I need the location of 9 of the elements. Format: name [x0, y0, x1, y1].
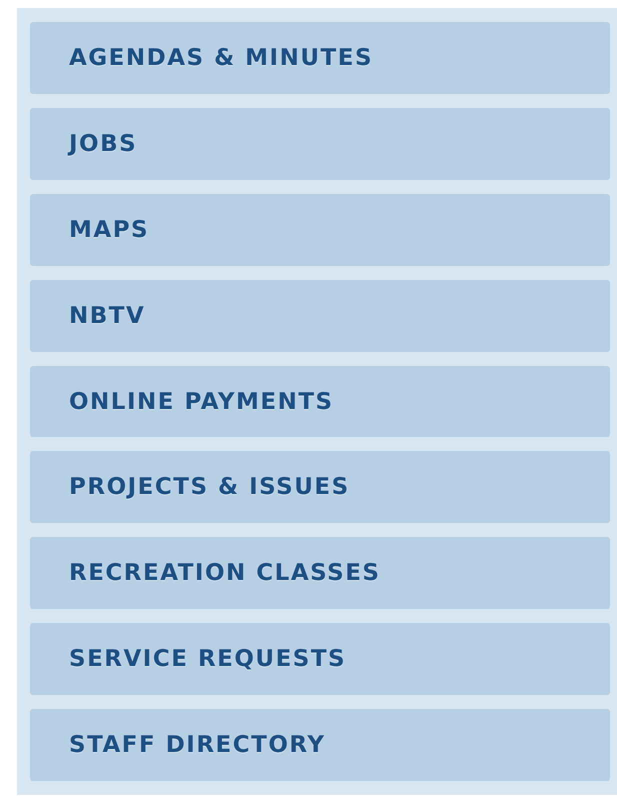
menu-item[interactable]: RECREATION CLASSES [30, 537, 610, 610]
menu-item[interactable]: MAPS [30, 194, 610, 266]
menu-item[interactable]: AGENDAS & MINUTES [30, 22, 610, 94]
menu-item[interactable]: ONLINE PAYMENTS [30, 366, 610, 438]
menu-item[interactable]: NBTV [30, 280, 610, 352]
menu-item[interactable]: JOBS [30, 108, 610, 180]
menu-item[interactable]: PROJECTS & ISSUES [30, 451, 610, 524]
menu-item[interactable]: SERVICE REQUESTS [30, 623, 610, 696]
menu-item[interactable]: STAFF DIRECTORY [30, 709, 610, 782]
